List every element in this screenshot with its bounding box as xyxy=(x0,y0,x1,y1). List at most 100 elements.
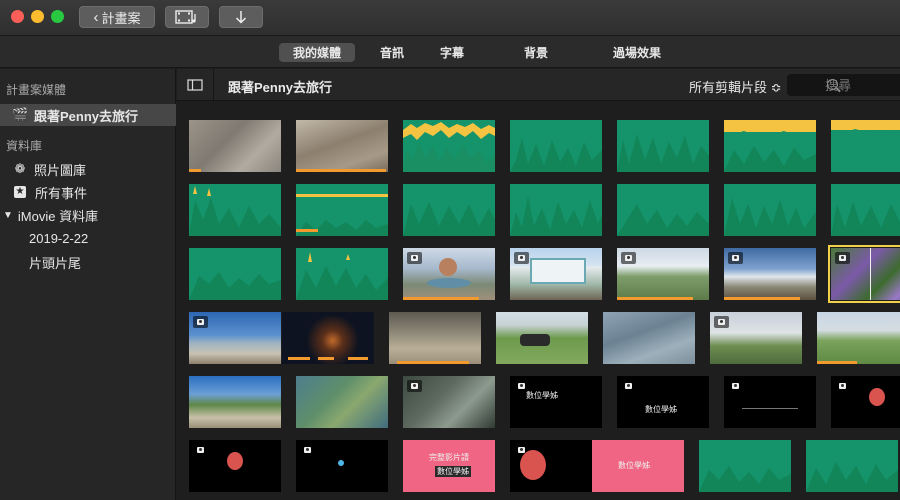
photo-clip[interactable] xyxy=(710,312,802,364)
media-browser-button[interactable] xyxy=(165,6,209,28)
camera-icon xyxy=(407,380,422,392)
audio-waveform xyxy=(724,120,816,172)
audio-clip[interactable] xyxy=(806,440,898,492)
download-arrow-icon xyxy=(235,11,247,24)
camera-icon xyxy=(621,252,636,264)
sidebar-item-event-titles[interactable]: 片頭片尾 xyxy=(0,251,176,273)
title-clip[interactable]: 數位學姊 xyxy=(617,376,709,428)
photo-clip[interactable] xyxy=(403,376,495,428)
camera-icon xyxy=(193,444,208,456)
used-range-bar xyxy=(403,297,479,300)
photo-clip[interactable] xyxy=(510,248,602,300)
back-button-label: 計畫案 xyxy=(101,10,141,26)
camera-icon xyxy=(514,252,529,264)
zoom-window-button[interactable] xyxy=(51,10,64,23)
audio-clip[interactable] xyxy=(699,440,791,492)
audio-clip[interactable] xyxy=(510,120,602,172)
sidebar-item-label: 2019-2-22 xyxy=(29,230,89,246)
used-range-bar xyxy=(617,297,693,300)
used-range-bar xyxy=(318,357,334,360)
clip-title-text: 數位學姊 xyxy=(645,405,677,414)
libraries-heading: 資料庫 xyxy=(6,139,43,153)
audio-clip[interactable] xyxy=(403,184,495,236)
photo-clip[interactable] xyxy=(189,312,281,364)
clip-title-text: 完整影片請 xyxy=(429,453,469,462)
camera-icon xyxy=(728,380,743,392)
audio-waveform xyxy=(617,120,709,172)
camera-icon xyxy=(835,252,850,264)
sidebar-item-event-date[interactable]: 2019-2-22 xyxy=(0,227,176,249)
audio-clip[interactable] xyxy=(831,120,900,172)
used-range-bar xyxy=(189,169,201,172)
title-clip[interactable] xyxy=(510,440,602,492)
sidebar-item-photos[interactable]: ❁ 照片圖庫 xyxy=(0,158,176,180)
audio-clip[interactable] xyxy=(189,184,281,236)
audio-waveform xyxy=(403,120,495,172)
title-clip[interactable] xyxy=(831,376,900,428)
audio-clip[interactable] xyxy=(403,120,495,172)
clip-filter-dropdown[interactable]: 所有剪輯片段 ≎ xyxy=(689,77,782,96)
audio-waveform xyxy=(699,440,791,492)
toggle-sidebar-button[interactable] xyxy=(177,69,214,101)
sidebar-item-project[interactable]: 🎬 跟著Penny去旅行 xyxy=(0,104,176,126)
back-to-projects-button[interactable]: ‹ 計畫案 xyxy=(79,6,155,28)
photo-clip[interactable] xyxy=(296,376,388,428)
title-clip[interactable] xyxy=(724,376,816,428)
skimmer-line xyxy=(870,248,871,300)
camera-icon xyxy=(714,316,729,328)
photo-clip[interactable] xyxy=(403,248,495,300)
title-clip[interactable]: 數位學姊 xyxy=(510,376,602,428)
photo-clip[interactable] xyxy=(496,312,588,364)
title-clip[interactable]: 數位學姊 xyxy=(592,440,684,492)
clip-grid: + 數位學姊 xyxy=(189,120,900,500)
photo-clip[interactable] xyxy=(817,312,900,364)
camera-icon xyxy=(621,380,636,392)
video-clip[interactable] xyxy=(189,120,281,172)
tab-backgrounds[interactable]: 背景 xyxy=(510,43,562,62)
import-media-button[interactable] xyxy=(219,6,263,28)
chevron-left-icon: ‹ xyxy=(93,8,99,26)
used-range-bar xyxy=(724,297,800,300)
tab-my-media[interactable]: 我的媒體 xyxy=(279,43,356,62)
camera-icon xyxy=(835,380,850,392)
audio-clip[interactable] xyxy=(617,184,709,236)
close-window-button[interactable] xyxy=(11,10,24,23)
photo-clip-selected[interactable]: + xyxy=(828,245,900,303)
tab-audio[interactable]: 音訊 xyxy=(366,43,418,62)
search-field[interactable] xyxy=(787,74,900,96)
title-clip[interactable] xyxy=(296,440,388,492)
media-browser: 跟著Penny去旅行 所有剪輯片段 ≎ 搜尋 數位學姊 數位學姊 完整影片請 數… xyxy=(177,69,900,500)
audio-clip[interactable] xyxy=(296,248,388,300)
used-range-bar xyxy=(817,361,857,364)
film-music-icon xyxy=(175,10,196,24)
audio-waveform xyxy=(189,184,281,236)
video-clip[interactable] xyxy=(389,312,481,364)
tab-transitions[interactable]: 過場效果 xyxy=(599,43,675,62)
tab-titles[interactable]: 字幕 xyxy=(426,43,478,62)
camera-icon xyxy=(193,316,208,328)
audio-waveform xyxy=(617,184,709,236)
sidebar-item-label: 跟著Penny去旅行 xyxy=(34,108,139,124)
audio-clip[interactable] xyxy=(296,184,388,236)
photo-clip[interactable] xyxy=(724,248,816,300)
video-clip[interactable] xyxy=(296,120,388,172)
audio-clip[interactable] xyxy=(724,184,816,236)
photo-clip[interactable] xyxy=(617,248,709,300)
audio-clip[interactable] xyxy=(189,248,281,300)
sidebar-item-imovie-library[interactable]: ▼ iMovie 資料庫 xyxy=(0,204,176,226)
audio-clip[interactable] xyxy=(617,120,709,172)
audio-clip[interactable] xyxy=(724,120,816,172)
audio-waveform xyxy=(510,184,602,236)
video-clip[interactable] xyxy=(603,312,695,364)
disclosure-triangle-icon: ▼ xyxy=(3,209,13,221)
minimize-window-button[interactable] xyxy=(31,10,44,23)
audio-clip[interactable] xyxy=(831,184,900,236)
sidebar-item-label: 照片圖庫 xyxy=(34,162,87,178)
photo-clip[interactable] xyxy=(189,376,281,428)
sidebar-item-label: 片頭片尾 xyxy=(29,255,82,271)
video-clip[interactable] xyxy=(282,312,374,364)
title-clip[interactable]: 完整影片請 數位學姊 xyxy=(403,440,495,492)
audio-clip[interactable] xyxy=(510,184,602,236)
title-clip[interactable] xyxy=(189,440,281,492)
sidebar-item-all-events[interactable]: ★ 所有事件 xyxy=(0,181,176,203)
